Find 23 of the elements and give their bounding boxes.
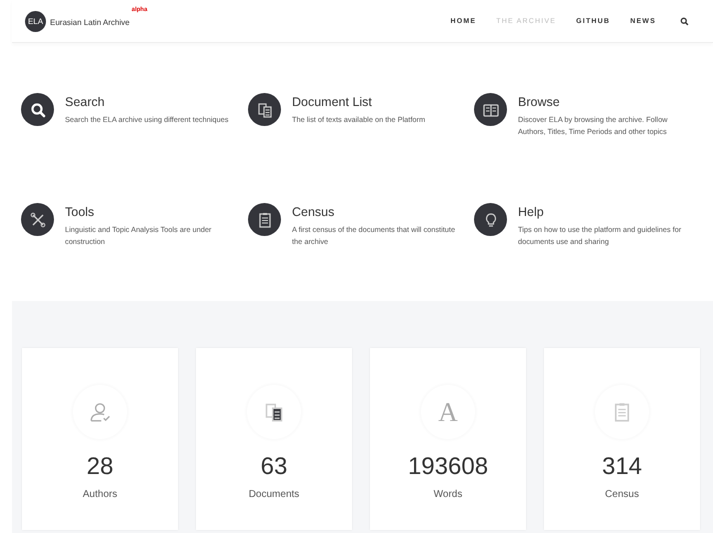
stat-value: 63 bbox=[260, 453, 288, 481]
bulb-icon[interactable] bbox=[474, 203, 507, 236]
stat-label: Authors bbox=[82, 489, 118, 500]
feature-title[interactable]: Search bbox=[65, 95, 229, 109]
documents-icon[interactable] bbox=[248, 93, 281, 126]
logo[interactable]: ELA bbox=[25, 10, 46, 32]
site-title[interactable]: Eurasian Latin Archive bbox=[50, 18, 130, 27]
stat-value: 193608 bbox=[408, 453, 488, 481]
feature-title[interactable]: Census bbox=[292, 205, 456, 219]
stat-value: 314 bbox=[602, 453, 642, 481]
book-icon[interactable] bbox=[474, 93, 507, 126]
stat-label: Census bbox=[605, 489, 639, 500]
feature-title[interactable]: Browse bbox=[518, 95, 682, 109]
stat-label: Documents bbox=[248, 489, 300, 500]
feature-title[interactable]: Help bbox=[518, 205, 682, 219]
feature-title[interactable]: Document List bbox=[292, 95, 456, 109]
feature-title[interactable]: Tools bbox=[65, 205, 229, 219]
search-icon[interactable] bbox=[21, 93, 54, 126]
stat-label: Words bbox=[434, 489, 462, 500]
stat-value: 28 bbox=[86, 453, 114, 481]
clipboard-icon[interactable] bbox=[248, 203, 281, 236]
tools-icon[interactable] bbox=[21, 203, 54, 236]
search-icon[interactable] bbox=[680, 16, 689, 26]
